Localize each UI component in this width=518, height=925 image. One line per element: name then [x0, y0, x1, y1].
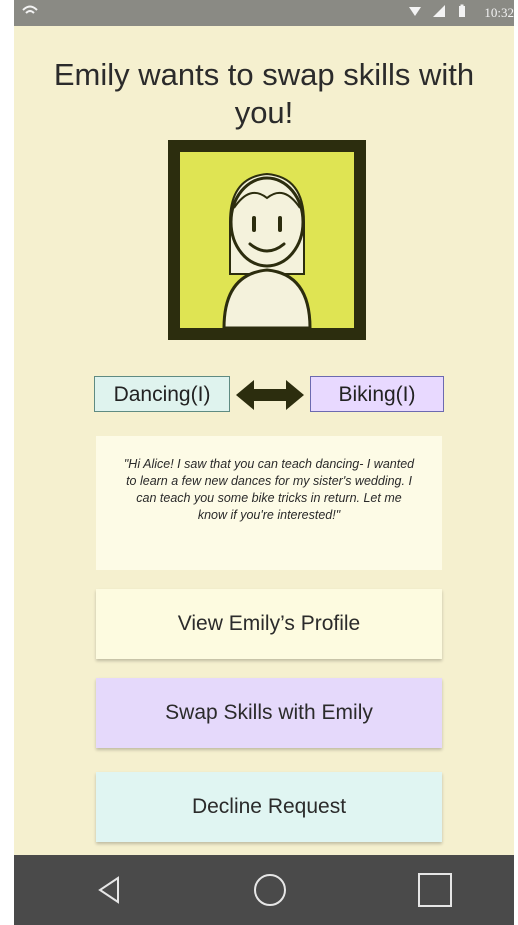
swap-skills-button[interactable]: Swap Skills with Emily [96, 678, 442, 748]
cellular-icon [432, 4, 446, 22]
battery-icon [458, 4, 466, 22]
signal-icon [408, 4, 422, 22]
view-profile-button[interactable]: View Emily’s Profile [96, 589, 442, 659]
back-icon[interactable] [90, 870, 130, 910]
decline-request-button[interactable]: Decline Request [96, 772, 442, 842]
recents-icon[interactable] [415, 870, 455, 910]
wifi-icon [22, 4, 38, 22]
navigation-bar [14, 855, 514, 925]
clock-time: 10:32 [484, 5, 514, 20]
status-bar: 10:32 [14, 0, 514, 26]
request-message: "Hi Alice! I saw that you can teach danc… [96, 436, 442, 570]
requested-skill-tag: Biking(I) [310, 376, 444, 412]
double-arrow-icon [236, 380, 304, 410]
home-icon[interactable] [250, 870, 290, 910]
app-screen: 10:32 Emily wants to swap skills with yo… [14, 0, 514, 925]
offered-skill-tag: Dancing(I) [94, 376, 230, 412]
girl-avatar-icon [222, 172, 312, 328]
page-title: Emily wants to swap skills with you! [53, 57, 475, 130]
avatar [168, 140, 366, 340]
avatar-background [180, 152, 354, 328]
